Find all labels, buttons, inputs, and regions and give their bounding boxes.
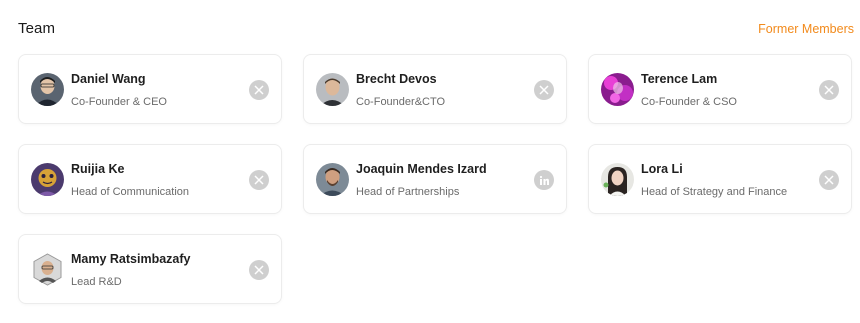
avatar xyxy=(31,73,64,106)
member-role: Head of Strategy and Finance xyxy=(641,186,788,198)
member-name: Brecht Devos xyxy=(356,72,437,86)
linkedin-icon[interactable] xyxy=(534,170,554,190)
member-card-ruijia-ke[interactable]: Ruijia Ke Head of Communication xyxy=(18,144,282,214)
x-icon[interactable] xyxy=(249,80,269,100)
x-icon[interactable] xyxy=(819,170,839,190)
avatar xyxy=(31,163,64,196)
member-name: Terence Lam xyxy=(641,72,718,86)
section-title: Team xyxy=(18,20,56,37)
member-role: Lead R&D xyxy=(71,276,122,288)
member-role: Co-Founder&CTO xyxy=(356,96,446,108)
member-card-terence-lam[interactable]: Terence Lam Co-Founder & CSO xyxy=(588,54,852,124)
member-card-mamy-ratsimbazafy[interactable]: Mamy Ratsimbazafy Lead R&D xyxy=(18,234,282,304)
member-role: Co-Founder & CSO xyxy=(641,96,737,108)
member-role: Head of Communication xyxy=(71,186,190,198)
member-name: Joaquin Mendes Izard xyxy=(356,162,487,176)
avatar xyxy=(601,73,634,106)
member-card-brecht-devos[interactable]: Brecht Devos Co-Founder&CTO xyxy=(303,54,567,124)
x-icon[interactable] xyxy=(249,260,269,280)
avatar xyxy=(316,73,349,106)
member-role: Head of Partnerships xyxy=(356,186,460,198)
x-icon[interactable] xyxy=(249,170,269,190)
x-icon[interactable] xyxy=(819,80,839,100)
member-name: Lora Li xyxy=(641,162,683,176)
x-icon[interactable] xyxy=(534,80,554,100)
member-role: Co-Founder & CEO xyxy=(71,96,167,108)
avatar xyxy=(316,163,349,196)
member-card-daniel-wang[interactable]: Daniel Wang Co-Founder & CEO xyxy=(18,54,282,124)
member-card-lora-li[interactable]: Lora Li Head of Strategy and Finance xyxy=(588,144,852,214)
team-header: Team Former Members xyxy=(18,20,854,42)
member-name: Mamy Ratsimbazafy xyxy=(71,252,191,266)
member-name: Ruijia Ke xyxy=(71,162,125,176)
member-name: Daniel Wang xyxy=(71,72,146,86)
avatar xyxy=(601,163,634,196)
avatar xyxy=(31,253,64,286)
former-members-link[interactable]: Former Members xyxy=(758,22,854,36)
member-card-joaquin-mendes-izard[interactable]: Joaquin Mendes Izard Head of Partnership… xyxy=(303,144,567,214)
